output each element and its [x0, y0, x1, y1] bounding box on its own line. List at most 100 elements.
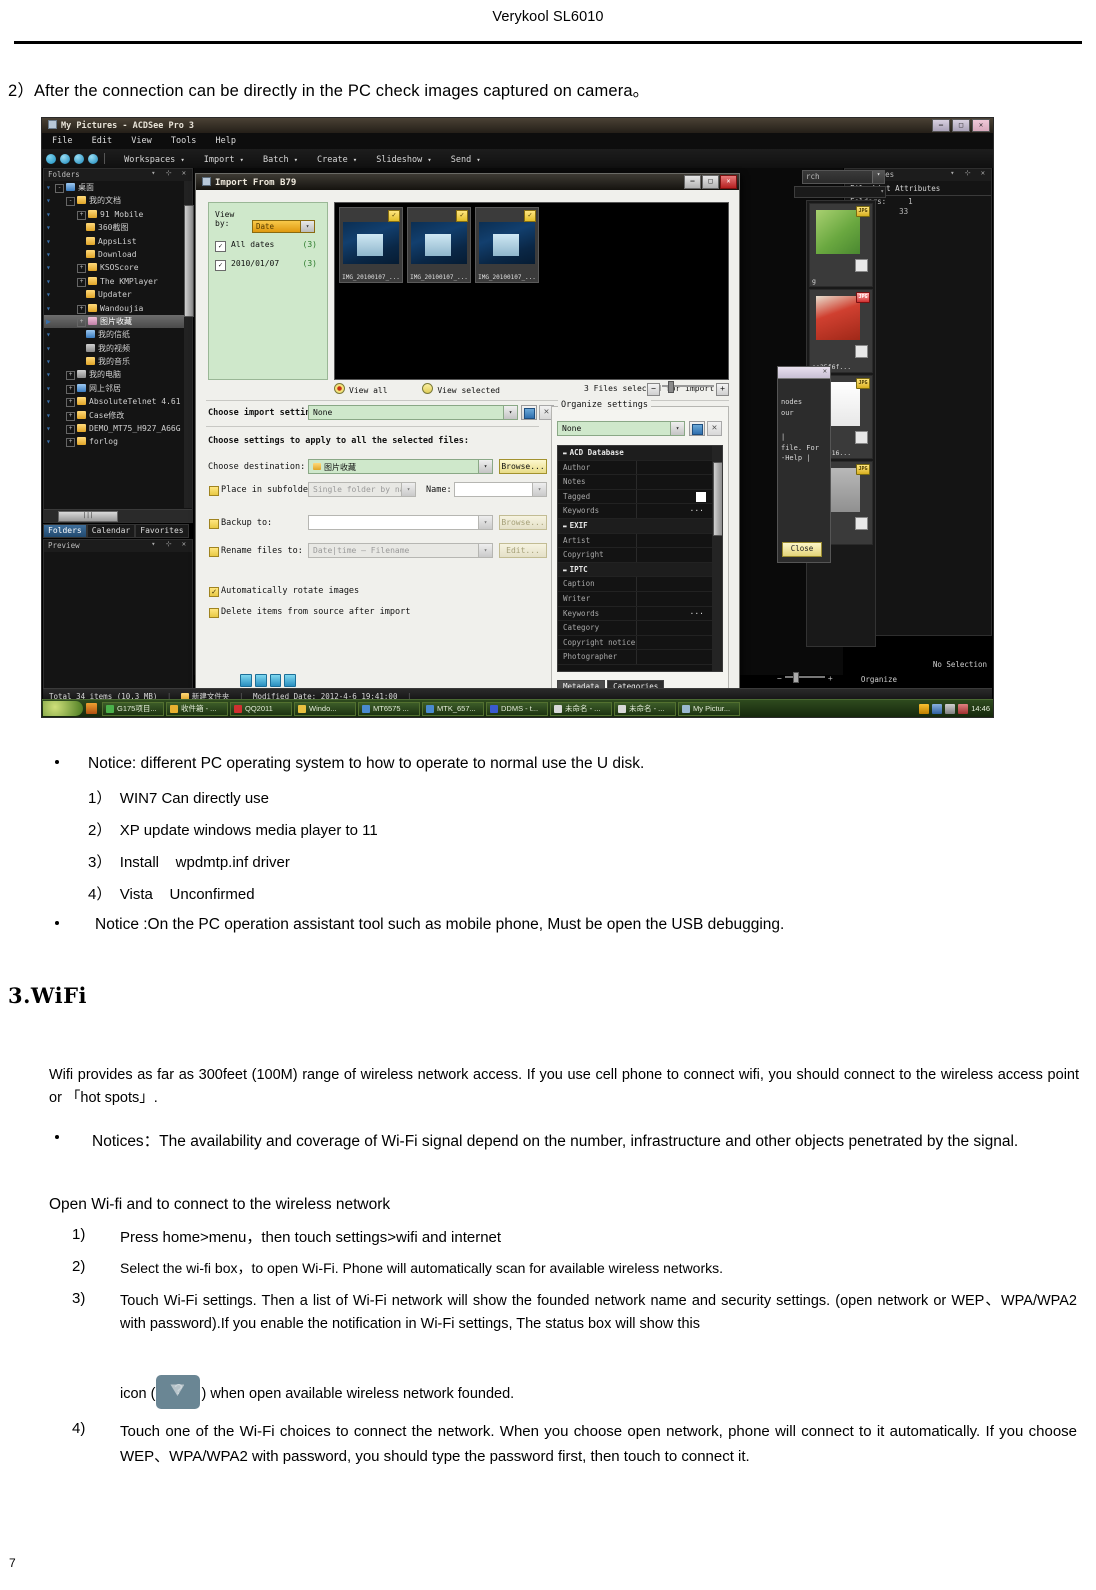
metadata-field-row[interactable]: Copyright notice — [558, 635, 722, 651]
expander-icon[interactable]: - — [55, 184, 64, 193]
metadata-value-cell[interactable] — [636, 650, 708, 664]
quick-launch-bar[interactable] — [86, 703, 97, 714]
menu-help[interactable]: Help — [216, 136, 236, 146]
chevron-down-icon[interactable]: ▾ — [503, 406, 517, 419]
folder-tree-item[interactable]: ▾ + 网上邻居 — [44, 382, 192, 395]
rotate-right-icon[interactable] — [254, 674, 267, 687]
menu-view[interactable]: View — [131, 136, 151, 146]
system-tray[interactable]: 14:46 — [919, 703, 993, 714]
window-controls[interactable]: – □ ✕ — [932, 119, 990, 132]
chevron-down-icon[interactable]: ▾ — [670, 422, 684, 435]
filter-combo[interactable]: ▾ — [794, 186, 886, 198]
folder-tree-item[interactable]: ▾ 我的音乐 — [44, 355, 192, 368]
quick-launch-icon[interactable] — [86, 703, 97, 714]
rename-checkbox[interactable] — [209, 547, 219, 557]
folder-tree-item[interactable]: ▾ +91 Mobile — [44, 208, 192, 221]
thumbnail-item[interactable]: JPG ee25f6f... — [809, 289, 873, 373]
save-preset-button[interactable] — [521, 405, 537, 420]
expander-icon[interactable]: + — [66, 384, 75, 394]
expander-icon[interactable]: + — [77, 210, 86, 220]
close-button[interactable]: Close — [782, 542, 822, 557]
panel-controls[interactable]: ▾ ⊹ ✕ — [151, 540, 189, 548]
zoom-out-icon[interactable]: − — [647, 383, 660, 396]
main-toolbar[interactable]: Workspaces ▾ Import ▾ Batch ▾ Create ▾ S… — [42, 149, 993, 168]
metadata-value-cell[interactable] — [636, 460, 708, 475]
tray-ime-icon[interactable] — [919, 703, 930, 714]
collapse-icon[interactable]: ▬ — [563, 567, 567, 574]
menu-bar[interactable]: File Edit View Tools Help — [42, 133, 993, 149]
thumbnail-checkbox[interactable] — [855, 431, 868, 444]
folder-tree-item[interactable]: ▾ Updater — [44, 288, 192, 301]
folder-tree-item[interactable]: ▾ - 桌面 — [44, 181, 192, 194]
thumbnail-checkbox[interactable]: ✓ — [456, 210, 468, 222]
folders-panel-tabs[interactable]: Folders Calendar Favorites — [43, 524, 193, 538]
metadata-scrollbar[interactable] — [712, 446, 722, 671]
rotate-left-icon[interactable] — [240, 674, 252, 687]
import-thumbnail[interactable]: ✓ IMG_20100107_... — [407, 207, 471, 283]
expander-icon[interactable]: + — [77, 264, 86, 274]
metadata-field-row[interactable]: Keywords ··· — [558, 504, 722, 519]
folder-tree-item[interactable]: ▾ 360截图 — [44, 221, 192, 234]
metadata-toggle[interactable] — [696, 491, 706, 502]
subfolder-checkbox[interactable] — [209, 486, 219, 496]
tree-vertical-scrollbar[interactable] — [184, 181, 194, 508]
browse-destination-button[interactable]: Browse... — [499, 459, 547, 474]
slider-handle[interactable] — [668, 381, 674, 393]
tab-favorites[interactable]: Favorites — [135, 524, 189, 538]
back-arrow-icon[interactable] — [60, 154, 70, 164]
expander-icon[interactable]: + — [66, 371, 75, 381]
tray-volume-icon[interactable] — [945, 703, 956, 714]
folder-tree-item[interactable]: ▾ + Case修改 — [44, 409, 192, 422]
taskbar-button[interactable]: Windo... — [294, 701, 356, 716]
metadata-value-cell[interactable] — [636, 635, 708, 650]
chevron-down-icon[interactable]: ▾ — [478, 516, 492, 529]
radio-icon[interactable] — [422, 383, 434, 394]
zoom-in-icon[interactable]: + — [716, 383, 729, 396]
canvas-zoom-slider[interactable]: − + — [777, 672, 843, 686]
taskbar-button[interactable]: DDMS - t... — [486, 701, 548, 716]
slider-track[interactable] — [662, 381, 714, 393]
collapse-icon[interactable]: ▬ — [563, 450, 567, 457]
chevron-down-icon[interactable]: ▾ — [478, 460, 492, 473]
checkbox-icon[interactable]: ✓ — [215, 241, 226, 252]
search-input[interactable]: rch ▾ — [802, 170, 885, 184]
metadata-field-row[interactable]: Tagged — [558, 489, 722, 505]
close-icon[interactable]: ✕ — [972, 119, 990, 132]
subfolder-name-input[interactable]: ▾ — [454, 482, 547, 497]
folder-tree-item[interactable]: ▾ + The KMPlayer — [44, 275, 192, 288]
metadata-value-cell[interactable] — [636, 548, 708, 562]
folder-tree[interactable]: ▾ - 桌面 ▾ - 我的文档 ▾ +91 Mobile ▾ 360截图 ▾ AppsList ▾ Dow… — [44, 181, 192, 508]
windows-taskbar[interactable]: G175项目... 收件箱 - ... QQ2011 Windo... MT6575 .… — [42, 699, 993, 717]
collapse-icon[interactable]: ▬ — [563, 523, 567, 530]
thumbnail-checkbox[interactable] — [855, 517, 868, 530]
subfolder-mode-select[interactable]: Single folder by name ▾ — [308, 482, 416, 497]
flip-icon[interactable] — [269, 674, 282, 687]
fit-icon[interactable] — [284, 674, 296, 687]
import-settings-select[interactable]: None ▾ — [308, 405, 518, 420]
taskbar-button[interactable]: 未命名 - ... — [550, 701, 612, 716]
thumbnail-checkbox[interactable] — [855, 345, 868, 358]
metadata-value-cell[interactable] — [636, 533, 708, 548]
backup-path-input[interactable]: ▾ — [308, 515, 493, 530]
metadata-value-cell[interactable] — [636, 577, 708, 591]
import-thumbnail[interactable]: ✓ IMG_20100107_... — [339, 207, 403, 283]
expander-icon[interactable]: + — [66, 425, 75, 435]
maximize-icon[interactable]: □ — [702, 175, 719, 189]
delete-after-checkbox[interactable] — [209, 608, 219, 618]
tray-network-icon[interactable] — [932, 703, 943, 714]
view-selected-radio[interactable]: View selected — [422, 383, 500, 395]
rename-pattern-select[interactable]: Date|time – Filename ▾ — [308, 543, 493, 558]
home-icon[interactable] — [46, 154, 56, 164]
scroll-thumb[interactable] — [713, 462, 722, 536]
taskbar-button[interactable]: MT6575 ... — [358, 701, 420, 716]
thumbnail-checkbox[interactable] — [855, 259, 868, 272]
expander-icon[interactable]: + — [66, 398, 75, 408]
tree-horizontal-scrollbar[interactable]: ||| — [44, 509, 192, 522]
thumbnail-checkbox[interactable]: ✓ — [524, 210, 536, 222]
taskbar-button[interactable]: QQ2011 — [230, 701, 292, 716]
browse-backup-button[interactable]: Browse... — [499, 515, 547, 530]
import-thumbnail[interactable]: ✓ IMG_20100107_... — [475, 207, 539, 283]
metadata-ellipsis-button[interactable]: ··· — [690, 607, 704, 621]
toolbar-create[interactable]: Create ▾ — [317, 155, 357, 165]
taskbar-button[interactable]: 收件箱 - ... — [166, 701, 228, 716]
